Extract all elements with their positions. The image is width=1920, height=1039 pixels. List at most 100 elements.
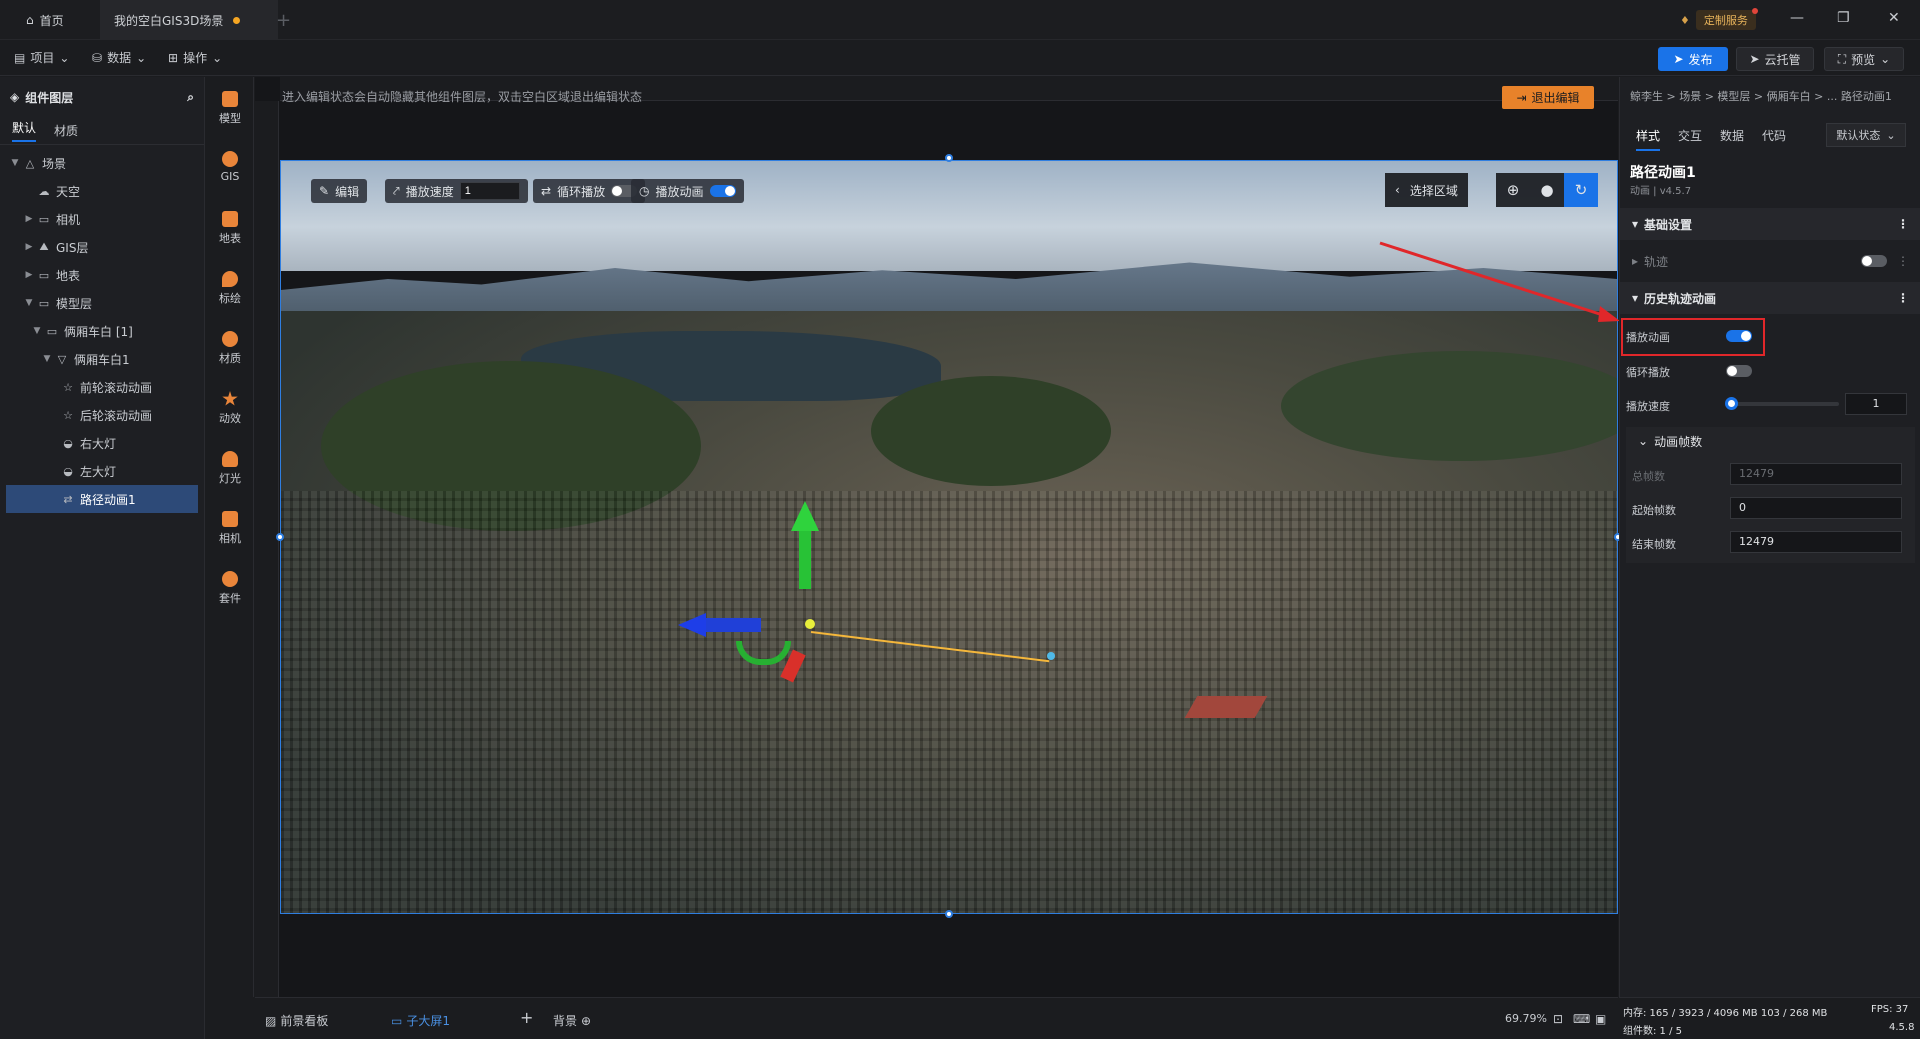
edit-button[interactable]: ✎ 编辑 bbox=[311, 179, 368, 203]
resize-handle-bottom[interactable] bbox=[945, 910, 953, 918]
state-select[interactable]: 默认状态 ⌄ bbox=[1826, 123, 1906, 147]
prop-speed-input[interactable]: 1 bbox=[1845, 393, 1907, 415]
search-icon[interactable]: ⌕ bbox=[187, 90, 194, 105]
prop-end-frame-input[interactable]: 12479 bbox=[1730, 531, 1902, 553]
gizmo-x-arrow[interactable] bbox=[678, 613, 706, 637]
send-icon: ➤ bbox=[1673, 52, 1684, 66]
caret-right-icon[interactable]: ▶ bbox=[22, 214, 36, 224]
caret-down-icon[interactable]: ▼ bbox=[22, 298, 36, 308]
tab-material[interactable]: 材质 bbox=[54, 122, 78, 139]
cloud-hosting-button[interactable]: ➤ 云托管 bbox=[1736, 47, 1814, 71]
resize-handle-top[interactable] bbox=[945, 154, 953, 162]
fit-screen-icon[interactable]: ⊡ bbox=[1553, 1012, 1563, 1026]
tree-item-front-wheel[interactable]: ☆ 前轮滚动动画 bbox=[0, 373, 204, 401]
caret-down-icon[interactable]: ▼ bbox=[30, 326, 44, 336]
subscreen-tab[interactable]: ▭ 子大屏1 bbox=[391, 1012, 450, 1029]
tab-interaction[interactable]: 交互 bbox=[1678, 127, 1702, 151]
tool-gis[interactable]: GIS bbox=[206, 151, 254, 183]
foreground-board-tab[interactable]: ▨ 前景看板 bbox=[265, 1012, 328, 1029]
tree-item-gis[interactable]: ▶ ⛰ GIS层 bbox=[0, 233, 204, 261]
resize-handle-left[interactable] bbox=[276, 533, 284, 541]
section-frames[interactable]: ⌄ 动画帧数 bbox=[1626, 427, 1915, 455]
tab-home[interactable]: ⌂ 首页 bbox=[12, 0, 92, 40]
breadcrumb: 鲸李生 > 场景 > 模型层 > 俩厢车白 > ... 路径动画1 bbox=[1630, 90, 1892, 103]
menu-data[interactable]: ⛁ 数据 ⌄ bbox=[92, 49, 146, 66]
tool-plot[interactable]: 标绘 bbox=[206, 271, 254, 306]
gizmo-y-arrow[interactable] bbox=[791, 501, 819, 531]
terminal-icon[interactable]: ▣ bbox=[1595, 1012, 1606, 1026]
caret-right-icon[interactable]: ▶ bbox=[22, 242, 36, 252]
tool-kit[interactable]: 套件 bbox=[206, 571, 254, 606]
tree-item-surface[interactable]: ▶ ▭ 地表 bbox=[0, 261, 204, 289]
tree-item-sky[interactable]: ☁ 天空 bbox=[0, 177, 204, 205]
tool-camera[interactable]: 相机 bbox=[206, 511, 254, 546]
tab-scene-label: 我的空白GIS3D场景 bbox=[114, 13, 224, 28]
keyboard-icon[interactable]: ⌨ bbox=[1573, 1012, 1590, 1026]
tab-code[interactable]: 代码 bbox=[1762, 127, 1786, 151]
tool-label: 地表 bbox=[219, 232, 241, 245]
select-area-label: 选择区域 bbox=[1409, 183, 1458, 198]
custom-service-button[interactable]: ♦ 定制服务 bbox=[1680, 8, 1758, 31]
tool-light[interactable]: 灯光 bbox=[206, 451, 254, 486]
gis-scene-viewport[interactable]: ✎ 编辑 ⤤ 播放速度 ⇄ 循环播放 ◷ 播放动画 ‹ 选择区域 ⊕ ● ↻ bbox=[280, 160, 1618, 914]
more-icon[interactable]: ⋮ bbox=[1897, 291, 1909, 305]
tool-material[interactable]: 材质 bbox=[206, 331, 254, 366]
exit-edit-button[interactable]: ⇥ 退出编辑 bbox=[1502, 86, 1594, 109]
caret-down-icon[interactable]: ▼ bbox=[8, 158, 22, 168]
prop-loop-toggle[interactable] bbox=[1726, 365, 1752, 377]
prop-speed-slider[interactable] bbox=[1725, 397, 1839, 410]
rotate-view-icon[interactable]: ↻ bbox=[1564, 173, 1598, 207]
caret-right-icon[interactable]: ▶ bbox=[22, 270, 36, 280]
gizmo-y-axis[interactable] bbox=[799, 529, 811, 589]
play-speed-input[interactable] bbox=[459, 182, 520, 200]
globe-view-icon[interactable]: ⊕ bbox=[1496, 173, 1530, 207]
prop-start-frame-input[interactable]: 0 bbox=[1730, 497, 1902, 519]
tree-item-scene[interactable]: ▼ △ 场景 bbox=[0, 149, 204, 177]
loop-label: 循环播放 bbox=[557, 184, 606, 199]
tool-model[interactable]: 模型 bbox=[206, 91, 254, 126]
gizmo-x-axis[interactable] bbox=[701, 618, 761, 632]
minimize-icon[interactable]: — bbox=[1790, 10, 1804, 26]
diamond-icon: ♦ bbox=[1680, 13, 1690, 27]
gizmo-pivot[interactable] bbox=[805, 619, 815, 629]
section-track[interactable]: ▸ 轨迹 ⋮ bbox=[1620, 245, 1920, 277]
tree-item-right-light[interactable]: ◒ 右大灯 bbox=[0, 429, 204, 457]
slider-knob[interactable] bbox=[1725, 397, 1738, 410]
tool-surface[interactable]: 地表 bbox=[206, 211, 254, 246]
menu-operation[interactable]: ⊞ 操作 ⌄ bbox=[168, 49, 222, 66]
add-screen-icon[interactable]: + bbox=[520, 1008, 533, 1027]
restore-icon[interactable]: ❐ bbox=[1837, 10, 1850, 26]
play-anim-toggle[interactable] bbox=[709, 185, 736, 197]
hill bbox=[1281, 351, 1617, 461]
tab-data[interactable]: 数据 bbox=[1720, 127, 1744, 151]
tree-item-car[interactable]: ▼ ▽ 俩厢车白1 bbox=[0, 345, 204, 373]
tree-item-left-light[interactable]: ◒ 左大灯 bbox=[0, 457, 204, 485]
section-basic[interactable]: ▾ 基础设置 ⋮ bbox=[1620, 208, 1920, 240]
tree-item-model-layer[interactable]: ▼ ▭ 模型层 bbox=[0, 289, 204, 317]
scene-icon: △ bbox=[25, 156, 35, 170]
more-icon[interactable]: ⋮ bbox=[1897, 217, 1909, 231]
publish-button[interactable]: ➤ 发布 bbox=[1658, 47, 1728, 71]
track-toggle[interactable] bbox=[1861, 255, 1887, 267]
background-tab[interactable]: 背景 ⊕ bbox=[553, 1012, 591, 1029]
star-icon: ☆ bbox=[63, 408, 73, 422]
tab-scene[interactable]: 我的空白GIS3D场景 bbox=[100, 0, 278, 40]
tree-item-camera[interactable]: ▶ ▭ 相机 bbox=[0, 205, 204, 233]
circle-view-icon[interactable]: ● bbox=[1530, 173, 1564, 207]
select-area-button[interactable]: ‹ 选择区域 bbox=[1385, 173, 1468, 207]
tab-style[interactable]: 样式 bbox=[1636, 127, 1661, 151]
tree-item-car-group[interactable]: ▼ ▭ 俩厢车白 [1] bbox=[0, 317, 204, 345]
tree-item-rear-wheel[interactable]: ☆ 后轮滚动动画 bbox=[0, 401, 204, 429]
tab-default[interactable]: 默认 bbox=[12, 119, 37, 142]
caret-down-icon[interactable]: ▼ bbox=[40, 354, 54, 364]
close-icon[interactable]: ✕ bbox=[1888, 10, 1900, 26]
menu-project[interactable]: ▤ 项目 ⌄ bbox=[14, 49, 69, 66]
tree-item-path-anim[interactable]: ⇄ 路径动画1 bbox=[6, 485, 198, 513]
preview-button[interactable]: ⛶ 预览 ⌄ bbox=[1824, 47, 1904, 71]
add-tab-icon[interactable]: + bbox=[276, 10, 291, 31]
more-icon[interactable]: ⋮ bbox=[1897, 254, 1909, 268]
path-endpoint[interactable] bbox=[1047, 652, 1055, 660]
tool-effect[interactable]: 动效 bbox=[206, 391, 254, 426]
state-label: 默认状态 bbox=[1836, 129, 1881, 142]
section-history[interactable]: ▾ 历史轨迹动画 ⋮ bbox=[1620, 282, 1920, 314]
